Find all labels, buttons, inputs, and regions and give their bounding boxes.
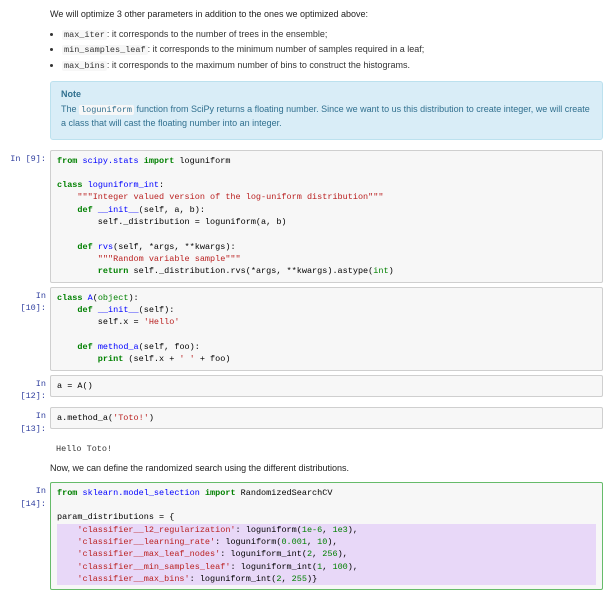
code-input[interactable]: from scipy.stats import loguniform class…: [50, 150, 603, 283]
intro-text: We will optimize 3 other parameters in a…: [50, 8, 603, 22]
code-input[interactable]: from sklearn.model_selection import Rand…: [50, 482, 603, 591]
note-code: loguniform: [79, 105, 134, 115]
code-input[interactable]: a = A(): [50, 375, 603, 397]
code-input[interactable]: class A(object): def __init__(self): sel…: [50, 287, 603, 371]
code-cell[interactable]: In [13]: a.method_a('Toto!'): [10, 407, 603, 436]
code-cell[interactable]: In [9]: from scipy.stats import logunifo…: [10, 150, 603, 283]
list-item: max_iter: it corresponds to the number o…: [62, 28, 603, 42]
output-prompt: [10, 440, 50, 443]
note-title: Note: [61, 88, 592, 102]
param-text: : it corresponds to the number of trees …: [107, 29, 328, 39]
param-text: : it corresponds to the maximum number o…: [107, 60, 410, 70]
output-cell: Hello Toto!: [10, 440, 603, 459]
param-text: : it corresponds to the minimum number o…: [148, 44, 425, 54]
input-prompt: In [14]:: [10, 482, 50, 511]
input-prompt: In [9]:: [10, 150, 50, 166]
code-input[interactable]: a.method_a('Toto!'): [50, 407, 603, 429]
code-block: class A(object): def __init__(self): sel…: [57, 292, 596, 366]
param-code: max_bins: [62, 61, 107, 71]
param-code: max_iter: [62, 30, 107, 40]
input-prompt: In [12]:: [10, 375, 50, 404]
code-cell[interactable]: In [14]: from sklearn.model_selection im…: [10, 482, 603, 591]
input-prompt: In [13]:: [10, 407, 50, 436]
note-body: The loguniform function from SciPy retur…: [61, 103, 592, 130]
params-list: max_iter: it corresponds to the number o…: [62, 28, 603, 73]
note-text: The: [61, 104, 79, 114]
output-text: Hello Toto!: [50, 440, 603, 459]
code-cell[interactable]: In [10]: class A(object): def __init__(s…: [10, 287, 603, 371]
list-item: min_samples_leaf: it corresponds to the …: [62, 43, 603, 57]
code-block: a.method_a('Toto!'): [57, 412, 596, 424]
note-box: Note The loguniform function from SciPy …: [50, 81, 603, 140]
outro-text: Now, we can define the randomized search…: [50, 462, 603, 476]
code-block: from scipy.stats import loguniform class…: [57, 155, 596, 278]
code-block: from sklearn.model_selection import Rand…: [57, 487, 596, 586]
code-cell[interactable]: In [12]: a = A(): [10, 375, 603, 404]
input-prompt: In [10]:: [10, 287, 50, 316]
param-code: min_samples_leaf: [62, 45, 148, 55]
list-item: max_bins: it corresponds to the maximum …: [62, 59, 603, 73]
code-block: a = A(): [57, 380, 596, 392]
note-text: function from SciPy returns a floating n…: [61, 104, 590, 128]
